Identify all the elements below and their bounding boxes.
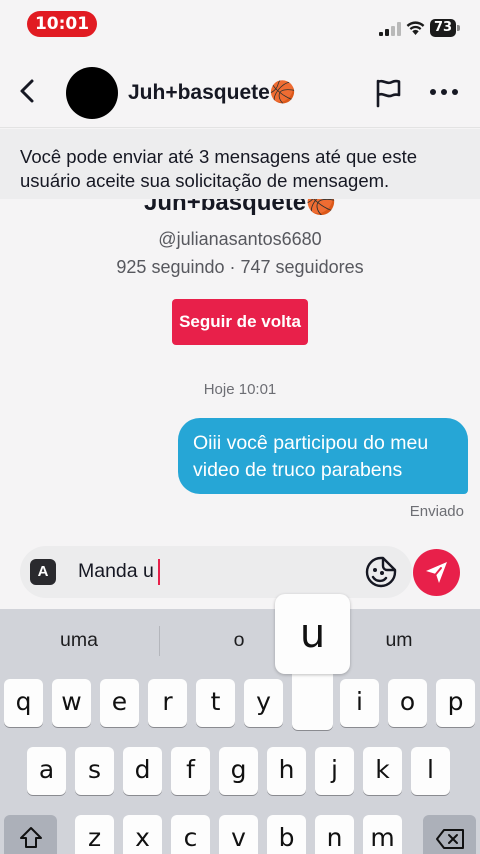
backspace-key[interactable]: [423, 815, 476, 854]
suggestion-3[interactable]: um: [360, 629, 438, 652]
key-q[interactable]: q: [4, 679, 43, 727]
follow-back-button[interactable]: Seguir de volta: [172, 299, 308, 345]
battery-indicator: 73: [430, 19, 460, 37]
profile-handle: @julianasantos6680: [158, 229, 322, 249]
key-b[interactable]: b: [267, 815, 306, 854]
message-status: Enviado: [409, 503, 464, 520]
key-n[interactable]: n: [315, 815, 354, 854]
key-p[interactable]: p: [436, 679, 475, 727]
message-input-bar: A Manda u: [0, 541, 480, 609]
message-input-text: Manda u: [78, 560, 154, 582]
key-popup-letter: u: [275, 594, 350, 674]
key-s[interactable]: s: [75, 747, 114, 795]
report-flag-icon[interactable]: [374, 78, 402, 108]
key-l[interactable]: l: [411, 747, 450, 795]
shift-key[interactable]: [4, 815, 57, 854]
avatar[interactable]: [66, 67, 118, 119]
key-d[interactable]: d: [123, 747, 162, 795]
suggestion-1[interactable]: uma: [40, 629, 118, 652]
profile-stats: 925 seguindo · 747 seguidores: [116, 257, 364, 277]
message-limit-banner: Você pode enviar até 3 mensagens até que…: [0, 129, 480, 199]
battery-level: 73: [430, 19, 456, 37]
key-e[interactable]: e: [100, 679, 139, 727]
shift-arrow-icon: [19, 827, 42, 848]
status-time: 10:01: [27, 11, 97, 37]
key-a[interactable]: a: [27, 747, 66, 795]
key-x[interactable]: x: [123, 815, 162, 854]
key-j[interactable]: j: [315, 747, 354, 795]
suggestion-divider: [159, 626, 160, 656]
text-cursor: [158, 559, 160, 585]
suggestion-2[interactable]: o: [200, 629, 278, 652]
key-f[interactable]: f: [171, 747, 210, 795]
key-t[interactable]: t: [196, 679, 235, 727]
key-m[interactable]: m: [363, 815, 402, 854]
back-arrow-icon[interactable]: [14, 77, 42, 105]
status-bar: 10:01 73: [0, 0, 480, 50]
key-press-popup: u: [275, 594, 350, 734]
chat-timestamp: Hoje 10:01: [203, 381, 277, 398]
battery-tip: [457, 25, 460, 31]
app-screen: 10:01 73 Juh+basquete🏀 Você pode enviar …: [0, 0, 480, 854]
cellular-signal-icon: [379, 22, 401, 36]
keyboard-toggle-icon[interactable]: A: [30, 559, 56, 585]
key-k[interactable]: k: [363, 747, 402, 795]
sent-message-bubble[interactable]: Oiii você participou do meu video de tru…: [178, 418, 468, 494]
more-options-icon[interactable]: [428, 86, 460, 98]
key-h[interactable]: h: [267, 747, 306, 795]
sticker-emoji-icon[interactable]: [364, 555, 398, 589]
key-r[interactable]: r: [148, 679, 187, 727]
key-g[interactable]: g: [219, 747, 258, 795]
key-c[interactable]: c: [171, 815, 210, 854]
header-username[interactable]: Juh+basquete🏀: [128, 81, 296, 105]
backspace-icon: [435, 829, 464, 849]
on-screen-keyboard: uma o um q w e r t y u i o p a s d f g h…: [0, 609, 480, 854]
key-w[interactable]: w: [52, 679, 91, 727]
key-z[interactable]: z: [75, 815, 114, 854]
send-arrow-icon: [426, 562, 447, 583]
chat-header: Juh+basquete🏀: [0, 50, 480, 128]
key-o[interactable]: o: [388, 679, 427, 727]
wifi-icon: [406, 21, 425, 35]
send-button[interactable]: [413, 549, 460, 596]
key-v[interactable]: v: [219, 815, 258, 854]
